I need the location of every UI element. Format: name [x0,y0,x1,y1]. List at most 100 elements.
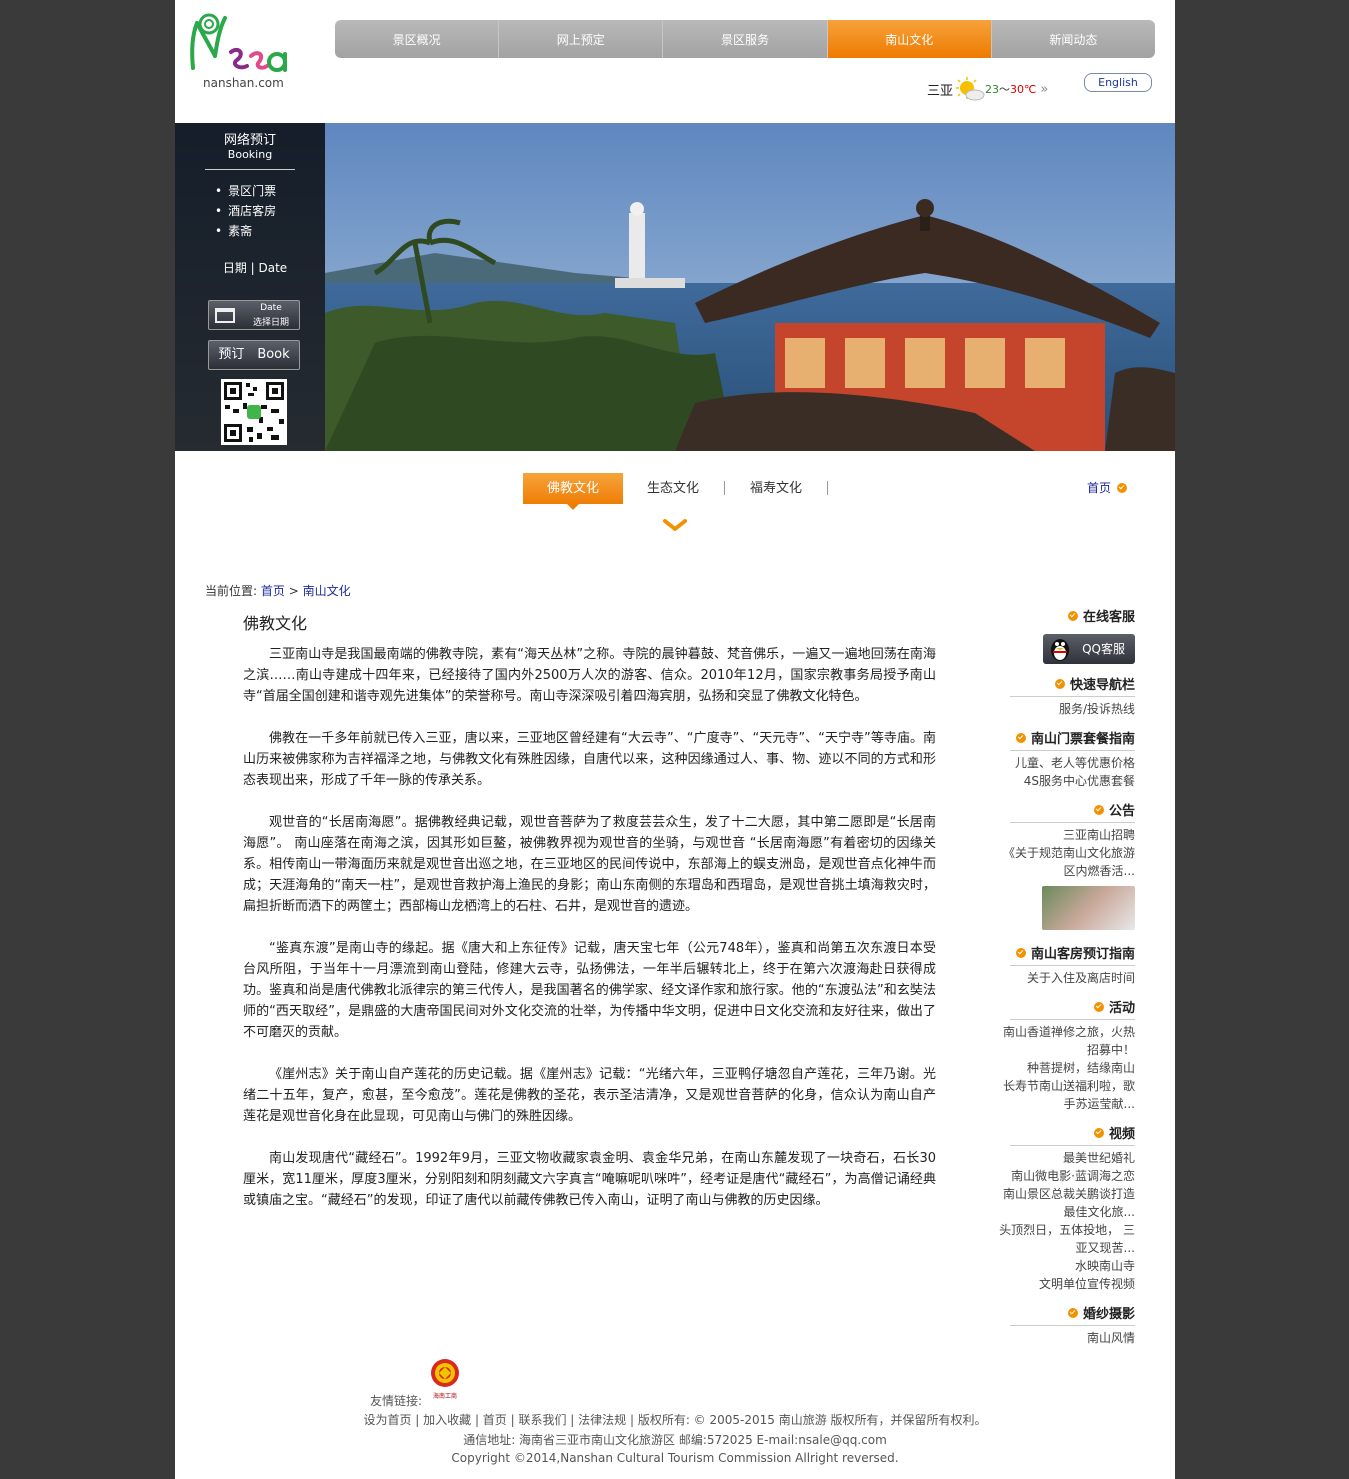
sidebar-heading-label: 南山客房预订指南 [1030,947,1135,962]
breadcrumb-home[interactable]: 首页 [261,584,285,598]
sidebar-heading: 南山门票套餐指南 [990,728,1135,750]
orange-check-icon [1093,1127,1104,1138]
wedding-photo[interactable] [1042,886,1135,930]
sidebar-divider [1010,696,1135,697]
booking-panel: 网络预订 Booking 景区门票 酒店客房 素斋 日期 | Date Date… [175,123,325,451]
sidebar-link[interactable]: 种菩提树，结缘南山 [990,1059,1135,1077]
weather-widget[interactable]: 三亚 23 ～ 30℃ » [927,76,1048,102]
booking-item-tickets[interactable]: 景区门票 [215,181,276,201]
article-paragraph: 南山发现唐代“藏经石”。1992年9月，三亚文物收藏家袁金明、袁金华兄弟，在南山… [243,1151,936,1208]
weather-low: 23 [985,82,1000,96]
sidebar-link[interactable]: 儿童、老人等优惠价格 [990,754,1135,772]
sidebar-link[interactable]: 南山微电影·蓝调海之恋 [990,1167,1135,1185]
sidebar-link[interactable]: 手苏运莹献... [990,1095,1135,1113]
sidebar-heading: 快速导航栏 [990,674,1135,696]
book-button[interactable]: 预订 Book [208,340,300,370]
sidebar-link[interactable]: 《关于规范南山文化旅游 [990,844,1135,862]
booking-list: 景区门票 酒店客房 素斋 [215,181,276,241]
sidebar-link[interactable]: 南山风情 [990,1329,1135,1347]
page: nanshan.com 景区概况 网上预定 景区服务 南山文化 新闻动态 三亚 … [175,0,1175,1479]
sidebar-ticket-guide: 南山门票套餐指南 儿童、老人等优惠价格 4S服务中心优惠套餐 [990,728,1135,790]
orange-check-icon [1015,947,1026,958]
booking-item-vegetarian[interactable]: 素斋 [215,221,276,241]
article-paragraph: “鉴真东渡”是南山寺的缘起。据《唐大和上东征传》记载，唐天宝七年（公元748年）… [243,941,936,1040]
qq-service-button[interactable]: QQ客服 [1043,634,1135,664]
sidebar-link[interactable]: 亚又现苦... [990,1239,1135,1257]
footer-links[interactable]: 设为首页 | 加入收藏 | 首页 | 联系我们 | 法律法规 | 版权所有: ©… [175,1411,1175,1428]
sidebar-heading-label: 视频 [1108,1127,1135,1142]
english-button[interactable]: English [1084,73,1152,92]
sidebar-link[interactable]: 三亚南山招聘 [990,826,1135,844]
article-paragraph: 观世音的“长居南海愿”。据佛教经典记载，观世音菩萨为了救度芸芸众生，发了十二大愿… [243,815,936,914]
sidebar-heading-label: 在线客服 [1082,610,1135,625]
nav-item-services[interactable]: 景区服务 [663,20,828,58]
sidebar-link[interactable]: 南山香道禅修之旅，火热 [990,1023,1135,1041]
sidebar-divider [1010,822,1135,823]
tab-eco-culture[interactable]: 生态文化 [623,473,723,504]
sidebar-heading: 视频 [990,1123,1135,1145]
business-badge-icon[interactable]: 海南工商 [427,1357,463,1401]
nav-item-online-booking[interactable]: 网上预定 [499,20,664,58]
breadcrumb-current[interactable]: 南山文化 [303,584,351,598]
sidebar-divider [1010,1145,1135,1146]
orange-check-icon [1067,1307,1078,1318]
weather-more-icon[interactable]: » [1040,82,1048,97]
qr-code-icon [221,379,287,445]
booking-item-hotel[interactable]: 酒店客房 [215,201,276,221]
sidebar-heading-label: 活动 [1108,1001,1135,1016]
sidebar-room-guide: 南山客房预订指南 关于入住及离店时间 [990,943,1135,987]
date-button-line2: 选择日期 [252,318,289,328]
sidebar-link[interactable]: 长寿节南山送福利啦，歌 [990,1077,1135,1095]
home-link[interactable]: 首页 [1087,479,1128,496]
tab-buddhist-culture[interactable]: 佛教文化 [523,472,623,510]
qq-service-label: QQ客服 [1082,642,1125,656]
weather-city: 三亚 [927,83,954,99]
nav-item-news[interactable]: 新闻动态 [992,20,1155,58]
nav-item-culture[interactable]: 南山文化 [827,20,992,58]
tab-longevity-culture[interactable]: 福寿文化 [726,473,826,504]
booking-subtitle: Booking [227,148,273,161]
booking-divider [205,169,295,170]
sidebar-heading-label: 公告 [1108,804,1135,819]
sidebar-link[interactable]: 最佳文化旅... [990,1203,1135,1221]
sidebar-link[interactable]: 关于入住及离店时间 [990,969,1135,987]
date-picker-button[interactable]: Date 选择日期 [208,300,300,330]
calendar-icon [215,308,235,323]
sidebar-link[interactable]: 最美世纪婚礼 [990,1149,1135,1167]
sidebar-link[interactable]: 头顶烈日，五体投地， 三 [990,1221,1135,1239]
sidebar-link[interactable]: 区内燃香活... [990,862,1135,880]
nav-item-overview[interactable]: 景区概况 [335,20,500,58]
sidebar-link[interactable]: 4S服务中心优惠套餐 [990,772,1135,790]
sidebar-link[interactable]: 南山景区总裁关鹏谈打造 [990,1185,1135,1203]
sidebar-link[interactable]: 文明单位宣传视频 [990,1275,1135,1293]
sidebar-heading: 公告 [990,800,1135,822]
sidebar-heading-label: 南山门票套餐指南 [1030,732,1135,747]
breadcrumb: 当前位置: 首页 > 南山文化 [205,582,351,599]
sidebar-heading-label: 快速导航栏 [1069,678,1135,693]
sidebar-heading: 活动 [990,997,1135,1019]
article: 佛教文化 三亚南山寺是我国最南端的佛教寺院，素有“海天丛林”之称。寺院的晨钟暮鼓… [243,610,936,1232]
sidebar-events: 活动 南山香道禅修之旅，火热 招募中！ 种菩提树，结缘南山 长寿节南山送福利啦，… [990,997,1135,1113]
orange-check-icon [1015,732,1026,743]
sidebar-notice: 公告 三亚南山招聘 《关于规范南山文化旅游 区内燃香活... [990,800,1135,933]
sidebar-link[interactable]: 水映南山寺 [990,1257,1135,1275]
sidebar-videos: 视频 最美世纪婚礼 南山微电影·蓝调海之恋 南山景区总裁关鹏谈打造 最佳文化旅.… [990,1123,1135,1293]
main-nav: 景区概况 网上预定 景区服务 南山文化 新闻动态 [335,20,1155,58]
badge-caption: 海南工商 [433,1392,457,1400]
date-button-line1: Date [260,303,282,313]
booking-title: 网络预订 [223,133,276,148]
banner-image [175,123,1175,451]
article-title: 佛教文化 [243,614,308,633]
sidebar-divider [1010,1325,1135,1326]
sidebar-heading: 婚纱摄影 [990,1303,1135,1325]
tab-divider [724,481,725,495]
sidebar-divider [1010,750,1135,751]
orange-check-icon [1117,482,1128,493]
friend-links-label: 友情链接: [370,1394,423,1408]
article-paragraph: 三亚南山寺是我国最南端的佛教寺院，素有“海天丛林”之称。寺院的晨钟暮鼓、梵音佛乐… [243,647,936,704]
logo-text: nanshan.com [203,76,284,90]
sidebar-link[interactable]: 招募中！ [990,1041,1135,1059]
orange-check-icon [1067,610,1078,621]
sidebar-divider [1010,965,1135,966]
sidebar-link[interactable]: 服务/投诉热线 [990,700,1135,718]
